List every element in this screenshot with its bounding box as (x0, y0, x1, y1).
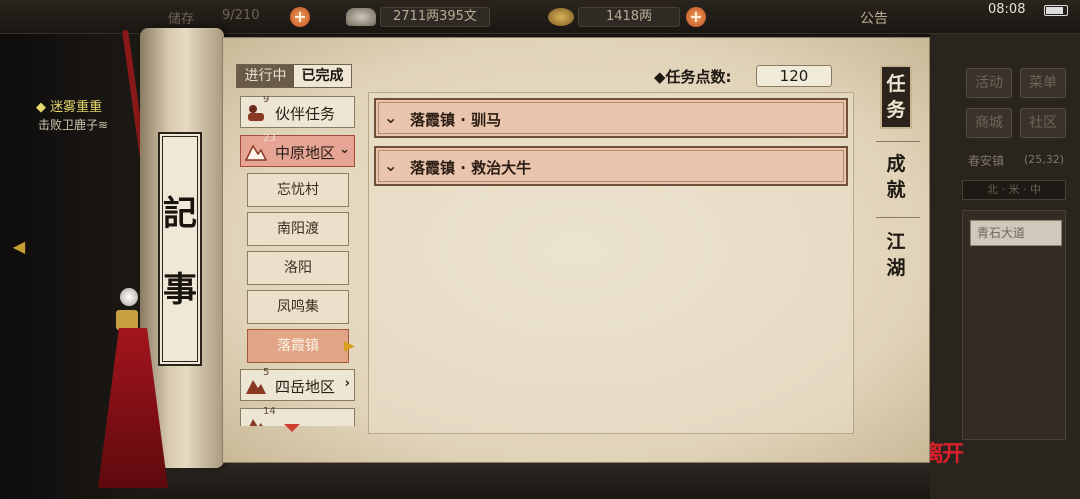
quest-list-area (368, 92, 854, 434)
quest-row[interactable]: ⌄ 落霞镇 · 救治大牛 (374, 146, 848, 186)
category-count: 9 (263, 96, 270, 105)
companion-icon (248, 105, 264, 121)
quest-row[interactable]: ⌄ 落霞镇 · 驯马 (374, 98, 848, 138)
journal-title-plaque (158, 132, 202, 366)
side-quest-title[interactable]: ◆ 迷雾重重 (36, 96, 102, 115)
tab-achievements[interactable]: 成就 (880, 151, 912, 211)
community-button[interactable]: 社区 (1020, 108, 1066, 138)
mountain-icon (245, 144, 267, 161)
tab-completed[interactable]: 已完成 (294, 65, 351, 87)
tassel-cap (116, 310, 138, 330)
shop-button[interactable]: 商城 (966, 108, 1012, 138)
category-label: 中原地区 (275, 144, 336, 162)
current-coordinates: (25,32) (1024, 153, 1065, 166)
quest-points-label: ◆任务点数: (654, 68, 732, 86)
selected-arrow-icon: ▶ (344, 338, 355, 354)
location-luoyang[interactable]: 洛阳 (247, 251, 349, 285)
left-arrow-icon[interactable]: ◀ (8, 236, 30, 258)
location-fengming[interactable]: 凤鸣集 (247, 290, 349, 324)
compass-bar: 北 · 米 · 中 (962, 180, 1066, 200)
notice-button[interactable]: 公告 (860, 8, 888, 28)
chevron-down-icon: ⌄ (339, 142, 350, 157)
battery-icon (1044, 5, 1068, 16)
scroll-down-icon[interactable] (284, 424, 300, 432)
quest-title: 落霞镇 · 救治大牛 (410, 159, 532, 177)
bag-count: 9/210 (222, 8, 260, 23)
road-label[interactable]: 青石大道 (970, 220, 1062, 246)
activity-button[interactable]: 活动 (966, 68, 1012, 98)
chevron-down-icon: ⌄ (384, 108, 398, 127)
storage-label: 储存 (168, 12, 195, 27)
silver-resource: 2711两395文 (346, 6, 490, 28)
quest-points-value: 120 (756, 65, 832, 87)
category-count: 5 (263, 367, 270, 378)
mountain-icon (246, 380, 266, 394)
tab-divider (876, 141, 920, 142)
gold-amount: 1418两 (578, 7, 680, 27)
location-luoxia[interactable]: 落霞镇 (247, 329, 349, 363)
silver-ingot-icon (346, 8, 376, 26)
system-clock: 08:08 (988, 2, 1026, 17)
category-four-peaks[interactable]: 5 四岳地区 › (240, 367, 355, 401)
journal-vertical-tabs: 任务 成就 江湖 (862, 45, 930, 465)
journal-title-char-2: 事 (163, 270, 197, 310)
location-wangyou[interactable]: 忘忧村 (247, 173, 349, 207)
category-label: 四岳地区 (275, 378, 336, 396)
category-count: 23 (263, 133, 276, 144)
chevron-down-icon: ⌄ (384, 156, 398, 175)
gold-ingot-icon (548, 8, 574, 26)
tab-jianghu[interactable]: 江湖 (880, 229, 912, 289)
current-location: 春安镇 (968, 154, 1005, 168)
add-bag-button[interactable]: + (290, 7, 310, 27)
side-quest-objective: 击败卫鹿子≋ (38, 118, 109, 132)
category-central-plains[interactable]: 23 中原地区 ⌄ (240, 133, 355, 167)
bottom-menu-bar (150, 462, 930, 499)
chevron-right-icon: › (344, 376, 350, 391)
category-count: 14 (263, 406, 276, 417)
tab-quests[interactable]: 任务 (880, 65, 912, 129)
category-companion[interactable]: 9 伙伴任务 (240, 96, 355, 128)
journal-title-char-1: 記 (163, 194, 197, 234)
tab-in-progress[interactable]: 进行中 (237, 65, 294, 87)
tassel-bead (120, 288, 138, 306)
location-nanyang[interactable]: 南阳渡 (247, 212, 349, 246)
gold-resource: 1418两 + (548, 6, 706, 28)
silver-amount: 2711两395文 (380, 7, 490, 27)
menu-button[interactable]: 菜单 (1020, 68, 1066, 98)
quest-title: 落霞镇 · 驯马 (410, 111, 502, 129)
add-gold-button[interactable]: + (686, 7, 706, 27)
quest-status-tabs: 进行中 已完成 (236, 64, 352, 88)
quest-category-list: 9 伙伴任务 23 中原地区 ⌄ 忘忧村 南阳渡 洛阳 凤鸣集 落霞镇 5 四岳… (238, 96, 358, 426)
category-label: 伙伴任务 (275, 105, 336, 123)
tab-divider (876, 217, 920, 218)
